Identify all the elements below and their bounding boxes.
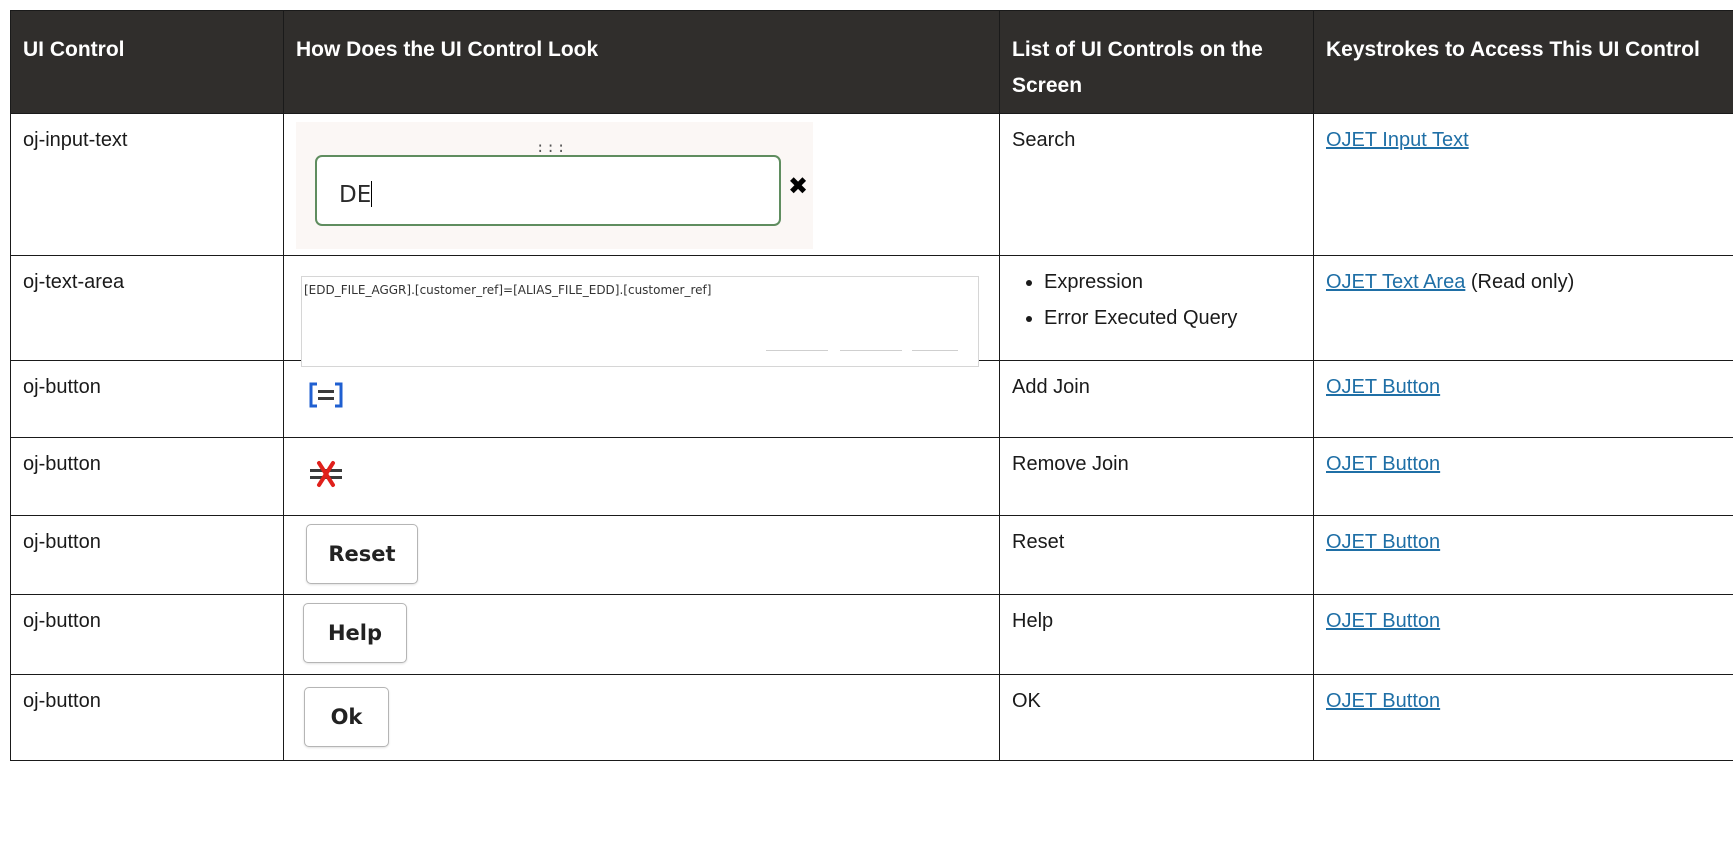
ojet-text-area-link[interactable]: OJET Text Area: [1326, 271, 1465, 293]
ojet-button-link[interactable]: OJET Button: [1326, 453, 1440, 475]
controls-list-cell: Help: [999, 594, 1314, 675]
ojet-button-link[interactable]: OJET Button: [1326, 610, 1440, 632]
controls-list-cell: OK: [999, 674, 1314, 761]
look-cell: ::: DE ✖: [283, 113, 1000, 256]
search-input-value: DE: [339, 182, 372, 208]
look-cell: [283, 360, 1000, 438]
keystrokes-cell: OJET Input Text: [1313, 113, 1733, 256]
table-row: oj-button Add Join OJET Button: [10, 360, 1733, 438]
control-name: oj-button: [10, 515, 284, 595]
reset-button[interactable]: Reset: [306, 524, 418, 584]
keystrokes-cell: OJET Button: [1313, 360, 1733, 438]
look-cell: Help: [283, 594, 1000, 675]
control-name: oj-button: [10, 594, 284, 675]
controls-list-cell: Add Join: [999, 360, 1314, 438]
ojet-input-text-link[interactable]: OJET Input Text: [1326, 129, 1469, 151]
controls-list-cell: Remove Join: [999, 437, 1314, 516]
list-item: Error Executed Query: [1044, 300, 1313, 336]
control-name: oj-button: [10, 360, 284, 438]
list-item: OK: [1012, 690, 1041, 712]
close-icon[interactable]: ✖: [788, 174, 808, 198]
list-item: Add Join: [1012, 376, 1090, 398]
list-item: Remove Join: [1012, 453, 1129, 475]
divider: [840, 350, 902, 351]
keystrokes-cell: OJET Button: [1313, 515, 1733, 595]
table-row: oj-button Reset Reset OJET Button: [10, 515, 1733, 595]
controls-list: Expression Error Executed Query: [1012, 264, 1313, 336]
header-look: How Does the UI Control Look: [283, 10, 1000, 114]
ojet-button-link[interactable]: OJET Button: [1326, 690, 1440, 712]
input-text-preview: ::: DE ✖: [296, 122, 813, 249]
control-name: oj-input-text: [10, 113, 284, 256]
add-join-icon[interactable]: [308, 381, 344, 409]
remove-join-icon[interactable]: [308, 458, 344, 490]
keystrokes-cell: OJET Button: [1313, 437, 1733, 516]
controls-list-cell: Reset: [999, 515, 1314, 595]
table-header-row: UI Control How Does the UI Control Look …: [10, 10, 1733, 114]
keystrokes-cell: OJET Button: [1313, 674, 1733, 761]
keystrokes-cell: OJET Button: [1313, 594, 1733, 675]
look-cell: Reset: [283, 515, 1000, 595]
expression-textarea[interactable]: [EDD_FILE_AGGR].[customer_ref]=[ALIAS_FI…: [301, 276, 979, 367]
ojet-button-link[interactable]: OJET Button: [1326, 531, 1440, 553]
help-button[interactable]: Help: [303, 603, 407, 663]
table-row: oj-button Remove Join OJET Button: [10, 437, 1733, 516]
table-row: oj-text-area [EDD_FILE_AGGR].[customer_r…: [10, 255, 1733, 367]
link-note: (Read only): [1465, 271, 1575, 293]
list-item: Expression: [1044, 264, 1313, 300]
look-cell: [283, 437, 1000, 516]
table-row: oj-button Help Help OJET Button: [10, 594, 1733, 675]
keystrokes-cell: OJET Text Area (Read only): [1313, 255, 1733, 361]
divider: [766, 350, 828, 351]
look-cell: Ok: [283, 674, 1000, 761]
header-keystrokes: Keystrokes to Access This UI Control: [1313, 10, 1733, 114]
control-name: oj-button: [10, 437, 284, 516]
controls-list-cell: Expression Error Executed Query: [999, 255, 1314, 361]
list-item: Reset: [1012, 531, 1065, 553]
header-list: List of UI Controls on the Screen: [999, 10, 1314, 114]
table-row: oj-button Ok OK OJET Button: [10, 674, 1733, 761]
ojet-button-link[interactable]: OJET Button: [1326, 376, 1440, 398]
table-row: oj-input-text ::: DE ✖ Search OJET Input…: [10, 113, 1733, 256]
textarea-value: [EDD_FILE_AGGR].[customer_ref]=[ALIAS_FI…: [304, 283, 712, 297]
divider: [912, 350, 958, 351]
ok-button[interactable]: Ok: [304, 687, 389, 747]
ui-controls-table: UI Control How Does the UI Control Look …: [10, 10, 1733, 761]
control-name: oj-text-area: [10, 255, 284, 361]
list-item: Search: [1012, 129, 1076, 151]
controls-list-cell: Search: [999, 113, 1314, 256]
search-input[interactable]: DE: [315, 155, 781, 226]
look-cell: [EDD_FILE_AGGR].[customer_ref]=[ALIAS_FI…: [283, 255, 1000, 367]
control-name: oj-button: [10, 674, 284, 761]
header-ui-control: UI Control: [10, 10, 284, 114]
list-item: Help: [1012, 610, 1054, 632]
text-caret: [371, 181, 373, 207]
